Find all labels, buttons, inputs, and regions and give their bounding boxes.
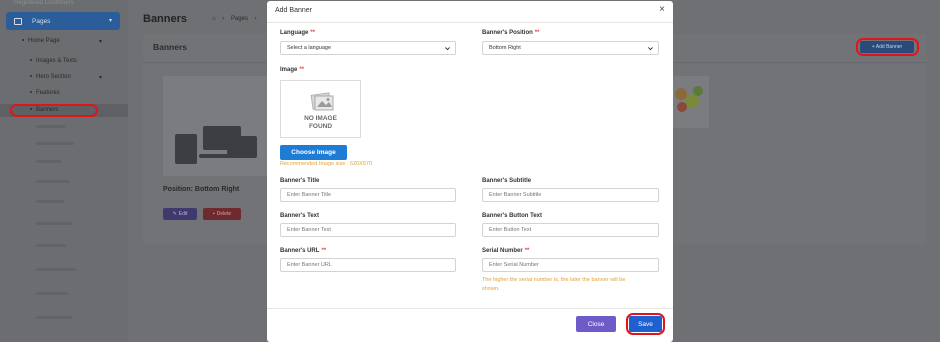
required-mark: ** (299, 67, 305, 73)
modal-footer-divider (267, 308, 673, 309)
banner-subtitle-input[interactable]: Enter Banner Subtitle (482, 188, 659, 202)
page-title: Banners (143, 13, 188, 25)
edit-label: Edit (178, 211, 188, 217)
sidebar-pages-label: Pages (32, 17, 51, 25)
bullet-icon (30, 75, 32, 78)
language-label: Language ** (280, 30, 315, 36)
bullet-icon (30, 91, 32, 94)
sidebar-placeholder (36, 222, 72, 225)
sidebar-placeholder (36, 292, 68, 295)
no-image-text-line1: NO IMAGE (304, 115, 337, 122)
sidebar-placeholder (36, 142, 74, 145)
breadcrumb: ⌂ › Pages › (212, 16, 257, 22)
close-button[interactable]: Close (576, 316, 616, 332)
edit-button[interactable]: ✎ Edit (163, 208, 197, 220)
banner-url-label: Banner's URL ** (280, 248, 326, 254)
no-image-text: NO IMAGE FOUND (281, 115, 360, 131)
banner-image-devices (163, 76, 273, 176)
laptop-base-shape (199, 154, 245, 158)
banner-position-text: Position: Bottom Right (163, 186, 240, 193)
banner-title-label: Banner's Title (280, 178, 320, 184)
chevron-down-icon (445, 47, 450, 51)
modal-title: Add Banner (275, 7, 312, 14)
delete-button[interactable]: ▪ Delete (203, 208, 241, 220)
url-label-text: Banner's URL (280, 248, 320, 254)
sidebar-placeholder (36, 268, 76, 271)
chevron-down-icon: ▾ (98, 39, 102, 45)
language-select[interactable]: Select a language (280, 41, 456, 55)
home-icon[interactable]: ⌂ (212, 16, 216, 22)
tower-shape (175, 134, 197, 164)
language-label-text: Language (280, 30, 309, 36)
chevron-down-icon: ▾ (98, 75, 102, 81)
sidebar-item-home-page[interactable]: Home Page ▾ (0, 38, 128, 45)
sidebar-placeholder (36, 125, 66, 128)
required-mark: ** (524, 248, 530, 254)
bullet-icon (22, 39, 24, 42)
sidebar-item-label: Images & Texts (36, 58, 77, 64)
image-preview: NO IMAGE FOUND (280, 80, 361, 138)
sidebar-top-item[interactable]: Registered Customers (14, 0, 74, 6)
sidebar-item-label: Features (36, 90, 60, 96)
chevron-down-icon (648, 47, 653, 51)
button-text-input[interactable]: Enter Button Text (482, 223, 659, 237)
serial-number-label: Serial Number ** (482, 248, 529, 254)
breadcrumb-pages[interactable]: Pages (231, 16, 248, 22)
button-text-label: Banner's Button Text (482, 213, 542, 219)
sidebar-item-hero-section[interactable]: Hero Section ▾ (0, 74, 128, 81)
banner-text-label: Banner's Text (280, 213, 319, 219)
highlight-add-banner (856, 38, 919, 56)
sidebar: Registered Customers (0, 0, 128, 342)
sidebar-item-pages[interactable]: Pages ▾ (6, 12, 120, 30)
banner-title-input[interactable]: Enter Banner Title (280, 188, 456, 202)
banner-text-input[interactable]: Enter Banner Text (280, 223, 456, 237)
sidebar-item-images-texts[interactable]: Images & Texts (0, 58, 128, 64)
modal-header: Add Banner × (267, 1, 673, 23)
sidebar-placeholder (36, 200, 64, 203)
recommended-size-hint: Recommended Image size : 620X570 (280, 161, 373, 167)
sidebar-placeholder (36, 180, 70, 183)
image-label: Image ** (280, 67, 304, 73)
position-label-text: Banner's Position (482, 30, 533, 36)
banner-url-input[interactable]: Enter Banner URL (280, 258, 456, 272)
sidebar-item-features[interactable]: Features (0, 90, 128, 96)
choose-image-button[interactable]: Choose Image (280, 145, 347, 160)
banner-position-label: Banner's Position ** (482, 30, 539, 36)
breadcrumb-separator-icon: › (254, 16, 257, 22)
trash-icon: ▪ (212, 211, 215, 217)
required-mark: ** (310, 30, 316, 36)
sidebar-placeholder (36, 160, 62, 163)
card-title: Banners (153, 42, 188, 52)
fruit-shape (693, 86, 703, 96)
serial-hint-line2: shown. (482, 286, 500, 292)
fruit-shape (685, 94, 699, 108)
required-mark: ** (534, 30, 540, 36)
edit-icon: ✎ (172, 211, 177, 217)
fruit-shape (677, 102, 687, 112)
banner-subtitle-label: Banner's Subtitle (482, 178, 532, 184)
breadcrumb-separator-icon: › (222, 16, 225, 22)
highlight-save (626, 313, 665, 335)
position-select-value: Bottom Right (489, 45, 521, 51)
image-label-text: Image (280, 67, 298, 73)
language-select-value: Select a language (287, 45, 332, 51)
delete-label: Delete (216, 211, 232, 217)
bullet-icon (30, 59, 32, 62)
sidebar-item-label: Hero Section (36, 74, 71, 80)
serial-label-text: Serial Number (482, 248, 523, 254)
serial-number-input[interactable]: Enter Serial Number (482, 258, 659, 272)
sidebar-item-label: Home Page (28, 38, 60, 44)
banner-image-fruits (667, 76, 709, 128)
required-mark: ** (321, 248, 327, 254)
close-icon[interactable]: × (659, 5, 665, 15)
highlight-banners (10, 104, 98, 117)
image-placeholder-icon (310, 92, 334, 111)
serial-hint-line1: The higher the serial number is, the lat… (482, 277, 626, 283)
sidebar-placeholder (36, 316, 72, 319)
sidebar-placeholder (36, 244, 66, 247)
banner-position-select[interactable]: Bottom Right (482, 41, 659, 55)
chevron-down-icon: ▾ (108, 18, 112, 24)
no-image-text-line2: FOUND (308, 123, 333, 130)
pages-icon (14, 17, 22, 25)
